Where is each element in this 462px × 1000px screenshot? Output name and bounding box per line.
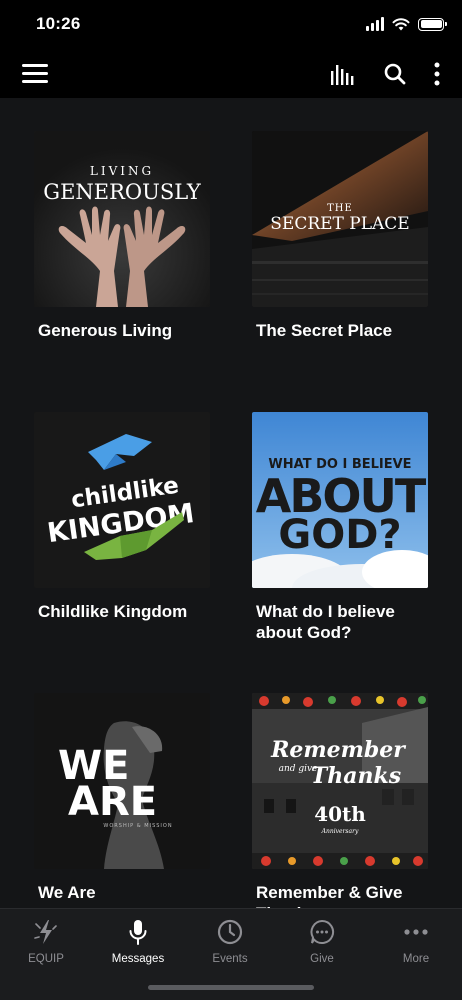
tab-label: EQUIP (28, 953, 64, 965)
series-card-we-are[interactable]: WE ARE WORSHIP & MISSION We Are (34, 693, 210, 908)
series-title[interactable]: The Secret Place (252, 320, 428, 341)
equip-icon (34, 920, 57, 944)
art-text: GENEROUSLY (43, 180, 202, 204)
equalizer-icon[interactable] (330, 63, 356, 85)
cellular-signal-icon (366, 17, 384, 31)
series-card-childlike-kingdom[interactable]: childlike KINGDOM Childlike Kingdom (34, 412, 210, 693)
tab-more[interactable]: More (370, 917, 462, 965)
hamburger-menu-icon[interactable] (22, 64, 48, 84)
status-icons (366, 17, 447, 31)
tab-label: Messages (111, 953, 165, 965)
series-artwork[interactable]: Remember and give Thanks 40th Anniversar… (252, 693, 428, 869)
wifi-icon (392, 18, 410, 31)
series-title[interactable]: Childlike Kingdom (34, 601, 210, 622)
search-icon[interactable] (384, 63, 406, 85)
home-indicator (148, 985, 314, 990)
battery-icon (418, 17, 447, 31)
art-text: SECRET PLACE (270, 214, 409, 234)
art-text: WORSHIP & MISSION (103, 823, 172, 829)
art-text: Remember (270, 737, 406, 763)
give-chat-icon (310, 919, 335, 944)
messages-series-list: LIVING GENEROUSLY Generous Living THE SE… (0, 98, 462, 908)
art-text: LIVING (90, 164, 154, 178)
series-title[interactable]: Generous Living (34, 320, 210, 341)
microphone-icon (129, 920, 147, 945)
series-artwork[interactable]: WHAT DO I BELIEVE ABOUT GOD? (252, 412, 428, 588)
tab-equip[interactable]: EQUIP (0, 917, 92, 965)
series-title[interactable]: What do I believe about God? (252, 601, 428, 643)
series-grid: LIVING GENEROUSLY Generous Living THE SE… (34, 131, 428, 908)
tab-label: More (402, 953, 430, 965)
series-title[interactable]: We Are (34, 882, 210, 903)
tab-events[interactable]: Events (184, 917, 276, 965)
art-text: ARE (68, 779, 157, 825)
series-title[interactable]: Remember & Give Thanks (252, 882, 428, 908)
more-vertical-icon[interactable] (434, 62, 440, 86)
tab-give[interactable]: Give (276, 917, 368, 965)
tab-label: Events (212, 953, 248, 965)
art-text: THE (327, 203, 353, 214)
series-artwork[interactable]: WE ARE WORSHIP & MISSION (34, 693, 210, 869)
art-text: 40th (314, 802, 366, 826)
series-artwork[interactable]: LIVING GENEROUSLY (34, 131, 210, 307)
art-text: Thanks (311, 763, 401, 789)
series-card-remember-give-thanks[interactable]: Remember and give Thanks 40th Anniversar… (252, 693, 428, 908)
series-artwork[interactable]: THE SECRET PLACE (252, 131, 428, 307)
art-text: GOD? (278, 512, 401, 558)
clock-icon (217, 919, 243, 945)
status-time: 10:26 (36, 14, 81, 33)
series-card-generous-living[interactable]: LIVING GENEROUSLY Generous Living (34, 131, 210, 412)
more-dots-icon (404, 929, 428, 935)
tab-label: Give (310, 953, 334, 965)
series-card-secret-place[interactable]: THE SECRET PLACE The Secret Place (252, 131, 428, 412)
status-bar: 10:26 (0, 0, 462, 52)
series-card-what-do-i-believe[interactable]: WHAT DO I BELIEVE ABOUT GOD? What do I b… (252, 412, 428, 693)
top-app-bar (0, 52, 462, 98)
art-text: Anniversary (321, 828, 359, 835)
tab-messages[interactable]: Messages (92, 917, 184, 965)
series-artwork[interactable]: childlike KINGDOM (34, 412, 210, 588)
